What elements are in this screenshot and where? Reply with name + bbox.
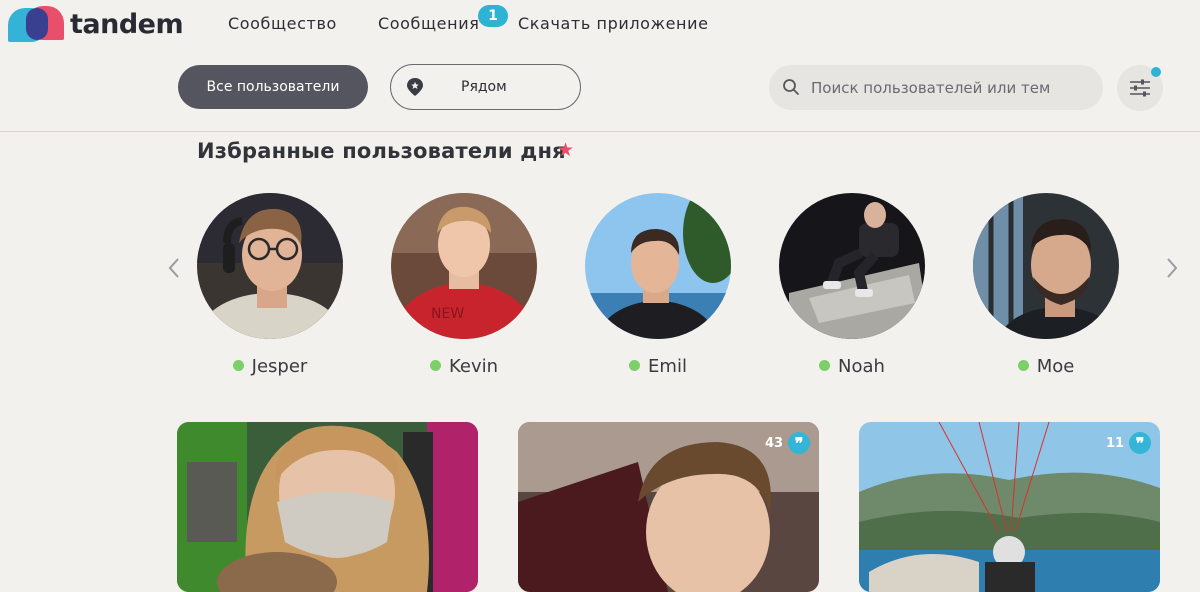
filter-active-indicator bbox=[1151, 67, 1161, 77]
card-photo bbox=[177, 422, 478, 592]
quote-icon: ❞ bbox=[1129, 432, 1152, 454]
featured-user[interactable]: Jesper bbox=[197, 193, 343, 377]
reference-count-value: 11 bbox=[1106, 435, 1125, 451]
avatar[interactable] bbox=[973, 193, 1119, 339]
online-indicator bbox=[1017, 360, 1029, 371]
featured-user[interactable]: Noah bbox=[779, 193, 925, 377]
user-name: Kevin bbox=[391, 356, 537, 377]
user-name: Noah bbox=[779, 356, 925, 377]
quote-icon: ❞ bbox=[788, 432, 811, 454]
nav-download-app[interactable]: Скачать приложение bbox=[518, 14, 709, 33]
nav-messages[interactable]: Сообщения bbox=[378, 14, 479, 33]
online-indicator bbox=[429, 360, 441, 371]
online-indicator bbox=[819, 360, 831, 371]
messages-unread-badge: 1 bbox=[478, 5, 508, 27]
user-name: Emil bbox=[585, 356, 731, 377]
search-box bbox=[769, 65, 1103, 110]
user-name: Jesper bbox=[197, 356, 343, 377]
reference-count: 43 ❞ bbox=[765, 432, 811, 454]
avatar[interactable] bbox=[197, 193, 343, 339]
avatar[interactable] bbox=[585, 193, 731, 339]
reference-count: 11 ❞ bbox=[1106, 432, 1152, 454]
nearby-label: Рядом bbox=[461, 79, 507, 95]
featured-users-title: Избранные пользователи дня bbox=[197, 139, 566, 163]
filter-bar: Все пользователи Рядом bbox=[0, 64, 1200, 111]
sliders-icon bbox=[1130, 79, 1150, 97]
search-input[interactable] bbox=[811, 65, 1091, 110]
brand-name: tandem bbox=[70, 8, 184, 40]
tandem-logo-mark bbox=[8, 6, 64, 42]
user-card[interactable] bbox=[177, 422, 478, 592]
tandem-logo[interactable]: tandem bbox=[8, 6, 184, 42]
user-card[interactable]: 43 ❞ bbox=[518, 422, 819, 592]
nearby-button[interactable]: Рядом bbox=[390, 64, 581, 110]
featured-user[interactable]: Emil bbox=[585, 193, 731, 377]
chevron-right-icon[interactable] bbox=[1164, 255, 1180, 281]
filter-settings-button[interactable] bbox=[1117, 65, 1163, 111]
location-pin-icon bbox=[407, 78, 423, 96]
all-users-button[interactable]: Все пользователи bbox=[178, 65, 368, 109]
svg-text:NEW: NEW bbox=[431, 306, 464, 322]
featured-user[interactable]: Moe bbox=[973, 193, 1119, 377]
chevron-left-icon[interactable] bbox=[166, 255, 182, 281]
user-name: Moe bbox=[973, 356, 1119, 377]
nav-community[interactable]: Сообщество bbox=[228, 14, 337, 33]
user-card[interactable]: 11 ❞ bbox=[859, 422, 1160, 592]
avatar[interactable] bbox=[779, 193, 925, 339]
star-icon: ★ bbox=[557, 139, 575, 161]
top-navigation: tandem Сообщество Сообщения 1 Скачать пр… bbox=[0, 0, 1200, 50]
featured-user[interactable]: NEW Kevin bbox=[391, 193, 537, 377]
search-icon bbox=[783, 79, 799, 95]
avatar[interactable]: NEW bbox=[391, 193, 537, 339]
online-indicator bbox=[629, 360, 641, 371]
divider bbox=[0, 131, 1200, 132]
reference-count-value: 43 bbox=[765, 435, 784, 451]
online-indicator bbox=[232, 360, 244, 371]
